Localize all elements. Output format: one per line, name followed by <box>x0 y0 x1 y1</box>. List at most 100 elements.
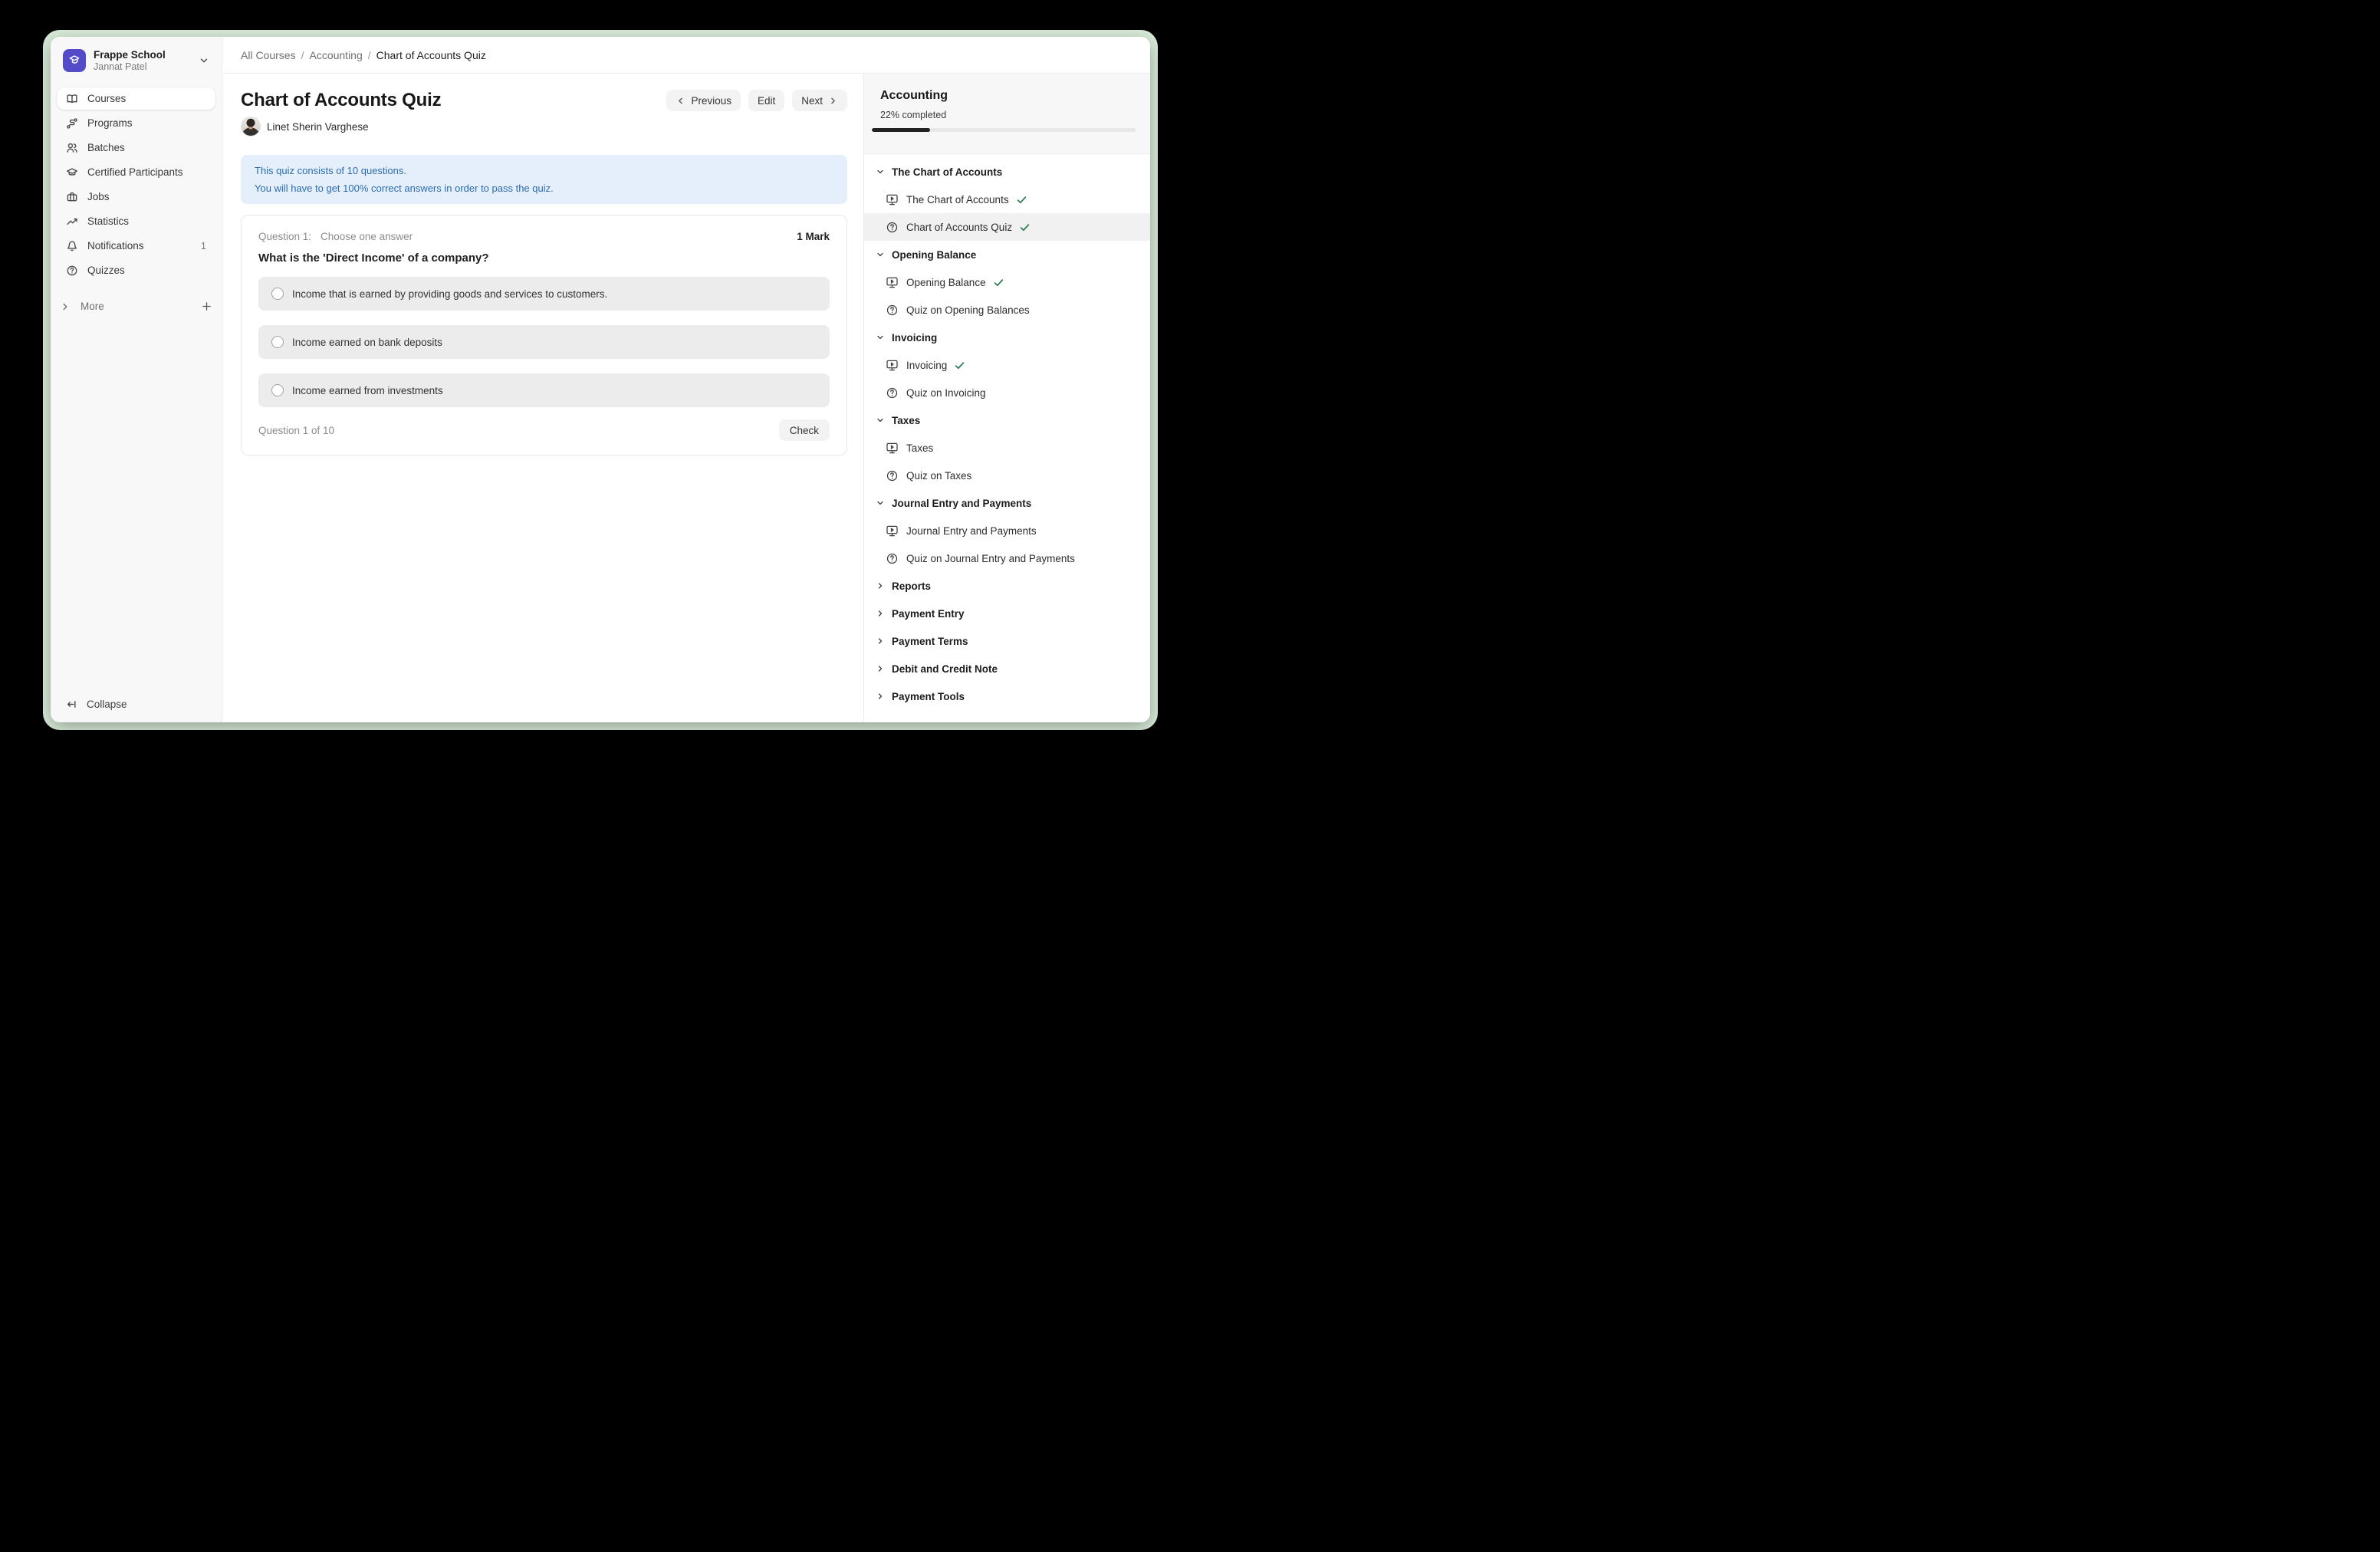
course-progress-bar <box>872 128 1136 132</box>
course-progress-fill <box>872 128 930 132</box>
chevron-right-icon <box>876 692 885 701</box>
sidebar-item-jobs[interactable]: Jobs <box>57 186 215 208</box>
quiz-icon <box>886 469 899 482</box>
sidebar-item-label: Quizzes <box>87 265 206 276</box>
desktop-background: Frappe School Jannat Patel CoursesProgra… <box>0 0 1190 776</box>
outline-item-label: Quiz on Invoicing <box>906 387 986 399</box>
sidebar-item-notifications[interactable]: Notifications1 <box>57 235 215 257</box>
outline-item-the-chart-of-accounts[interactable]: The Chart of Accounts <box>864 186 1150 213</box>
outline-section-opening-balance[interactable]: Opening Balance <box>864 241 1150 268</box>
workspace-switcher[interactable]: Frappe School Jannat Patel <box>51 37 222 83</box>
sidebar-item-certified-participants[interactable]: Certified Participants <box>57 161 215 183</box>
author-name: Linet Sherin Varghese <box>267 121 369 133</box>
content-region: All Courses/Accounting/Chart of Accounts… <box>222 37 1150 722</box>
next-button[interactable]: Next <box>792 90 847 111</box>
lesson-icon <box>886 193 899 206</box>
breadcrumb-link[interactable]: Accounting <box>309 49 362 61</box>
outline-section-payment-tools[interactable]: Payment Tools <box>864 682 1150 710</box>
outline-section-title: Payment Tools <box>892 691 965 702</box>
breadcrumb-link[interactable]: All Courses <box>241 49 296 61</box>
outline-item-label: The Chart of Accounts <box>906 194 1009 206</box>
outline-item-quiz-on-taxes[interactable]: Quiz on Taxes <box>864 462 1150 489</box>
sidebar-more-label: More <box>81 301 201 312</box>
radio-button[interactable] <box>271 336 284 348</box>
quiz-card: Question 1: Choose one answer 1 Mark Wha… <box>241 215 847 455</box>
outline-section-the-chart-of-accounts[interactable]: The Chart of Accounts <box>864 158 1150 186</box>
sidebar-item-statistics[interactable]: Statistics <box>57 210 215 232</box>
completed-check-icon <box>993 277 1004 288</box>
quiz-icon <box>886 386 899 400</box>
plus-icon[interactable] <box>201 301 212 312</box>
edit-button[interactable]: Edit <box>748 90 784 111</box>
outline-section-invoicing[interactable]: Invoicing <box>864 324 1150 351</box>
sidebar-item-more[interactable]: More <box>51 295 222 317</box>
answer-option[interactable]: Income that is earned by providing goods… <box>258 277 830 311</box>
quiz-notice: This quiz consists of 10 questions. You … <box>241 155 847 204</box>
outline-section-debit-and-credit-note[interactable]: Debit and Credit Note <box>864 655 1150 682</box>
outline-item-opening-balance[interactable]: Opening Balance <box>864 268 1150 296</box>
outline-item-label: Journal Entry and Payments <box>906 525 1037 537</box>
edit-label: Edit <box>758 95 775 107</box>
collapse-sidebar-button[interactable]: Collapse <box>66 699 127 710</box>
course-progress-label: 22% completed <box>880 110 1135 120</box>
completed-check-icon <box>1019 222 1031 233</box>
course-outline-sidebar: Accounting 22% completed The Chart of Ac… <box>863 74 1150 722</box>
answer-option-label: Income that is earned by providing goods… <box>292 288 607 300</box>
outline-item-taxes[interactable]: Taxes <box>864 434 1150 462</box>
sidebar-item-quizzes[interactable]: Quizzes <box>57 259 215 281</box>
completed-check-icon <box>1016 194 1027 206</box>
sidebar-item-batches[interactable]: Batches <box>57 136 215 159</box>
radio-button[interactable] <box>271 288 284 300</box>
check-button[interactable]: Check <box>779 419 830 441</box>
chevron-right-icon <box>876 609 885 618</box>
programs-icon <box>66 117 78 130</box>
outline-section-title: Taxes <box>892 415 920 426</box>
chevron-left-icon <box>676 96 685 106</box>
sidebar-item-programs[interactable]: Programs <box>57 112 215 134</box>
outline-item-label: Invoicing <box>906 360 947 371</box>
chevron-right-icon <box>60 301 71 312</box>
trending-up-icon <box>66 215 78 228</box>
outline-item-journal-entry-and-payments[interactable]: Journal Entry and Payments <box>864 517 1150 544</box>
question-instruction: Choose one answer <box>321 231 797 242</box>
answer-options: Income that is earned by providing goods… <box>258 277 830 407</box>
outline-item-quiz-on-opening-balances[interactable]: Quiz on Opening Balances <box>864 296 1150 324</box>
outline-section-taxes[interactable]: Taxes <box>864 406 1150 434</box>
answer-option[interactable]: Income earned from investments <box>258 373 830 407</box>
quiz-icon <box>886 304 899 317</box>
radio-button[interactable] <box>271 384 284 396</box>
answer-option[interactable]: Income earned on bank deposits <box>258 325 830 359</box>
outline-item-invoicing[interactable]: Invoicing <box>864 351 1150 379</box>
help-circle-icon <box>66 265 78 277</box>
outline-item-chart-of-accounts-quiz[interactable]: Chart of Accounts Quiz <box>864 213 1150 241</box>
answer-option-label: Income earned from investments <box>292 385 443 396</box>
outline-item-label: Quiz on Taxes <box>906 470 971 482</box>
app-window: Frappe School Jannat Patel CoursesProgra… <box>51 37 1150 722</box>
outline-section-reports[interactable]: Reports <box>864 572 1150 600</box>
window-frame: Frappe School Jannat Patel CoursesProgra… <box>43 30 1158 730</box>
outline-section-title: Opening Balance <box>892 249 976 261</box>
outline-section-payment-terms[interactable]: Payment Terms <box>864 627 1150 655</box>
author-row: Linet Sherin Varghese <box>241 117 847 136</box>
chevron-right-icon <box>876 581 885 590</box>
page-title: Chart of Accounts Quiz <box>241 90 441 111</box>
notification-count-badge: 1 <box>201 240 206 252</box>
briefcase-icon <box>66 191 78 203</box>
question-number-label: Question 1: <box>258 231 311 242</box>
outline-item-quiz-on-journal-entry-and-payments[interactable]: Quiz on Journal Entry and Payments <box>864 544 1150 572</box>
sidebar-item-courses[interactable]: Courses <box>57 87 215 110</box>
collapse-label: Collapse <box>87 699 127 710</box>
quiz-icon <box>886 221 899 234</box>
outline-section-payment-entry[interactable]: Payment Entry <box>864 600 1150 627</box>
sidebar-item-label: Jobs <box>87 191 206 202</box>
outline-item-label: Chart of Accounts Quiz <box>906 222 1012 233</box>
workspace-title: Frappe School <box>94 48 199 61</box>
outline-section-journal-entry-and-payments[interactable]: Journal Entry and Payments <box>864 489 1150 517</box>
lesson-icon <box>886 276 899 289</box>
sidebar-item-label: Notifications <box>87 240 201 252</box>
chevron-down-icon <box>876 333 885 342</box>
chevron-right-icon <box>828 96 838 106</box>
outline-item-quiz-on-invoicing[interactable]: Quiz on Invoicing <box>864 379 1150 406</box>
previous-button[interactable]: Previous <box>666 90 741 111</box>
breadcrumb-separator: / <box>368 49 371 61</box>
